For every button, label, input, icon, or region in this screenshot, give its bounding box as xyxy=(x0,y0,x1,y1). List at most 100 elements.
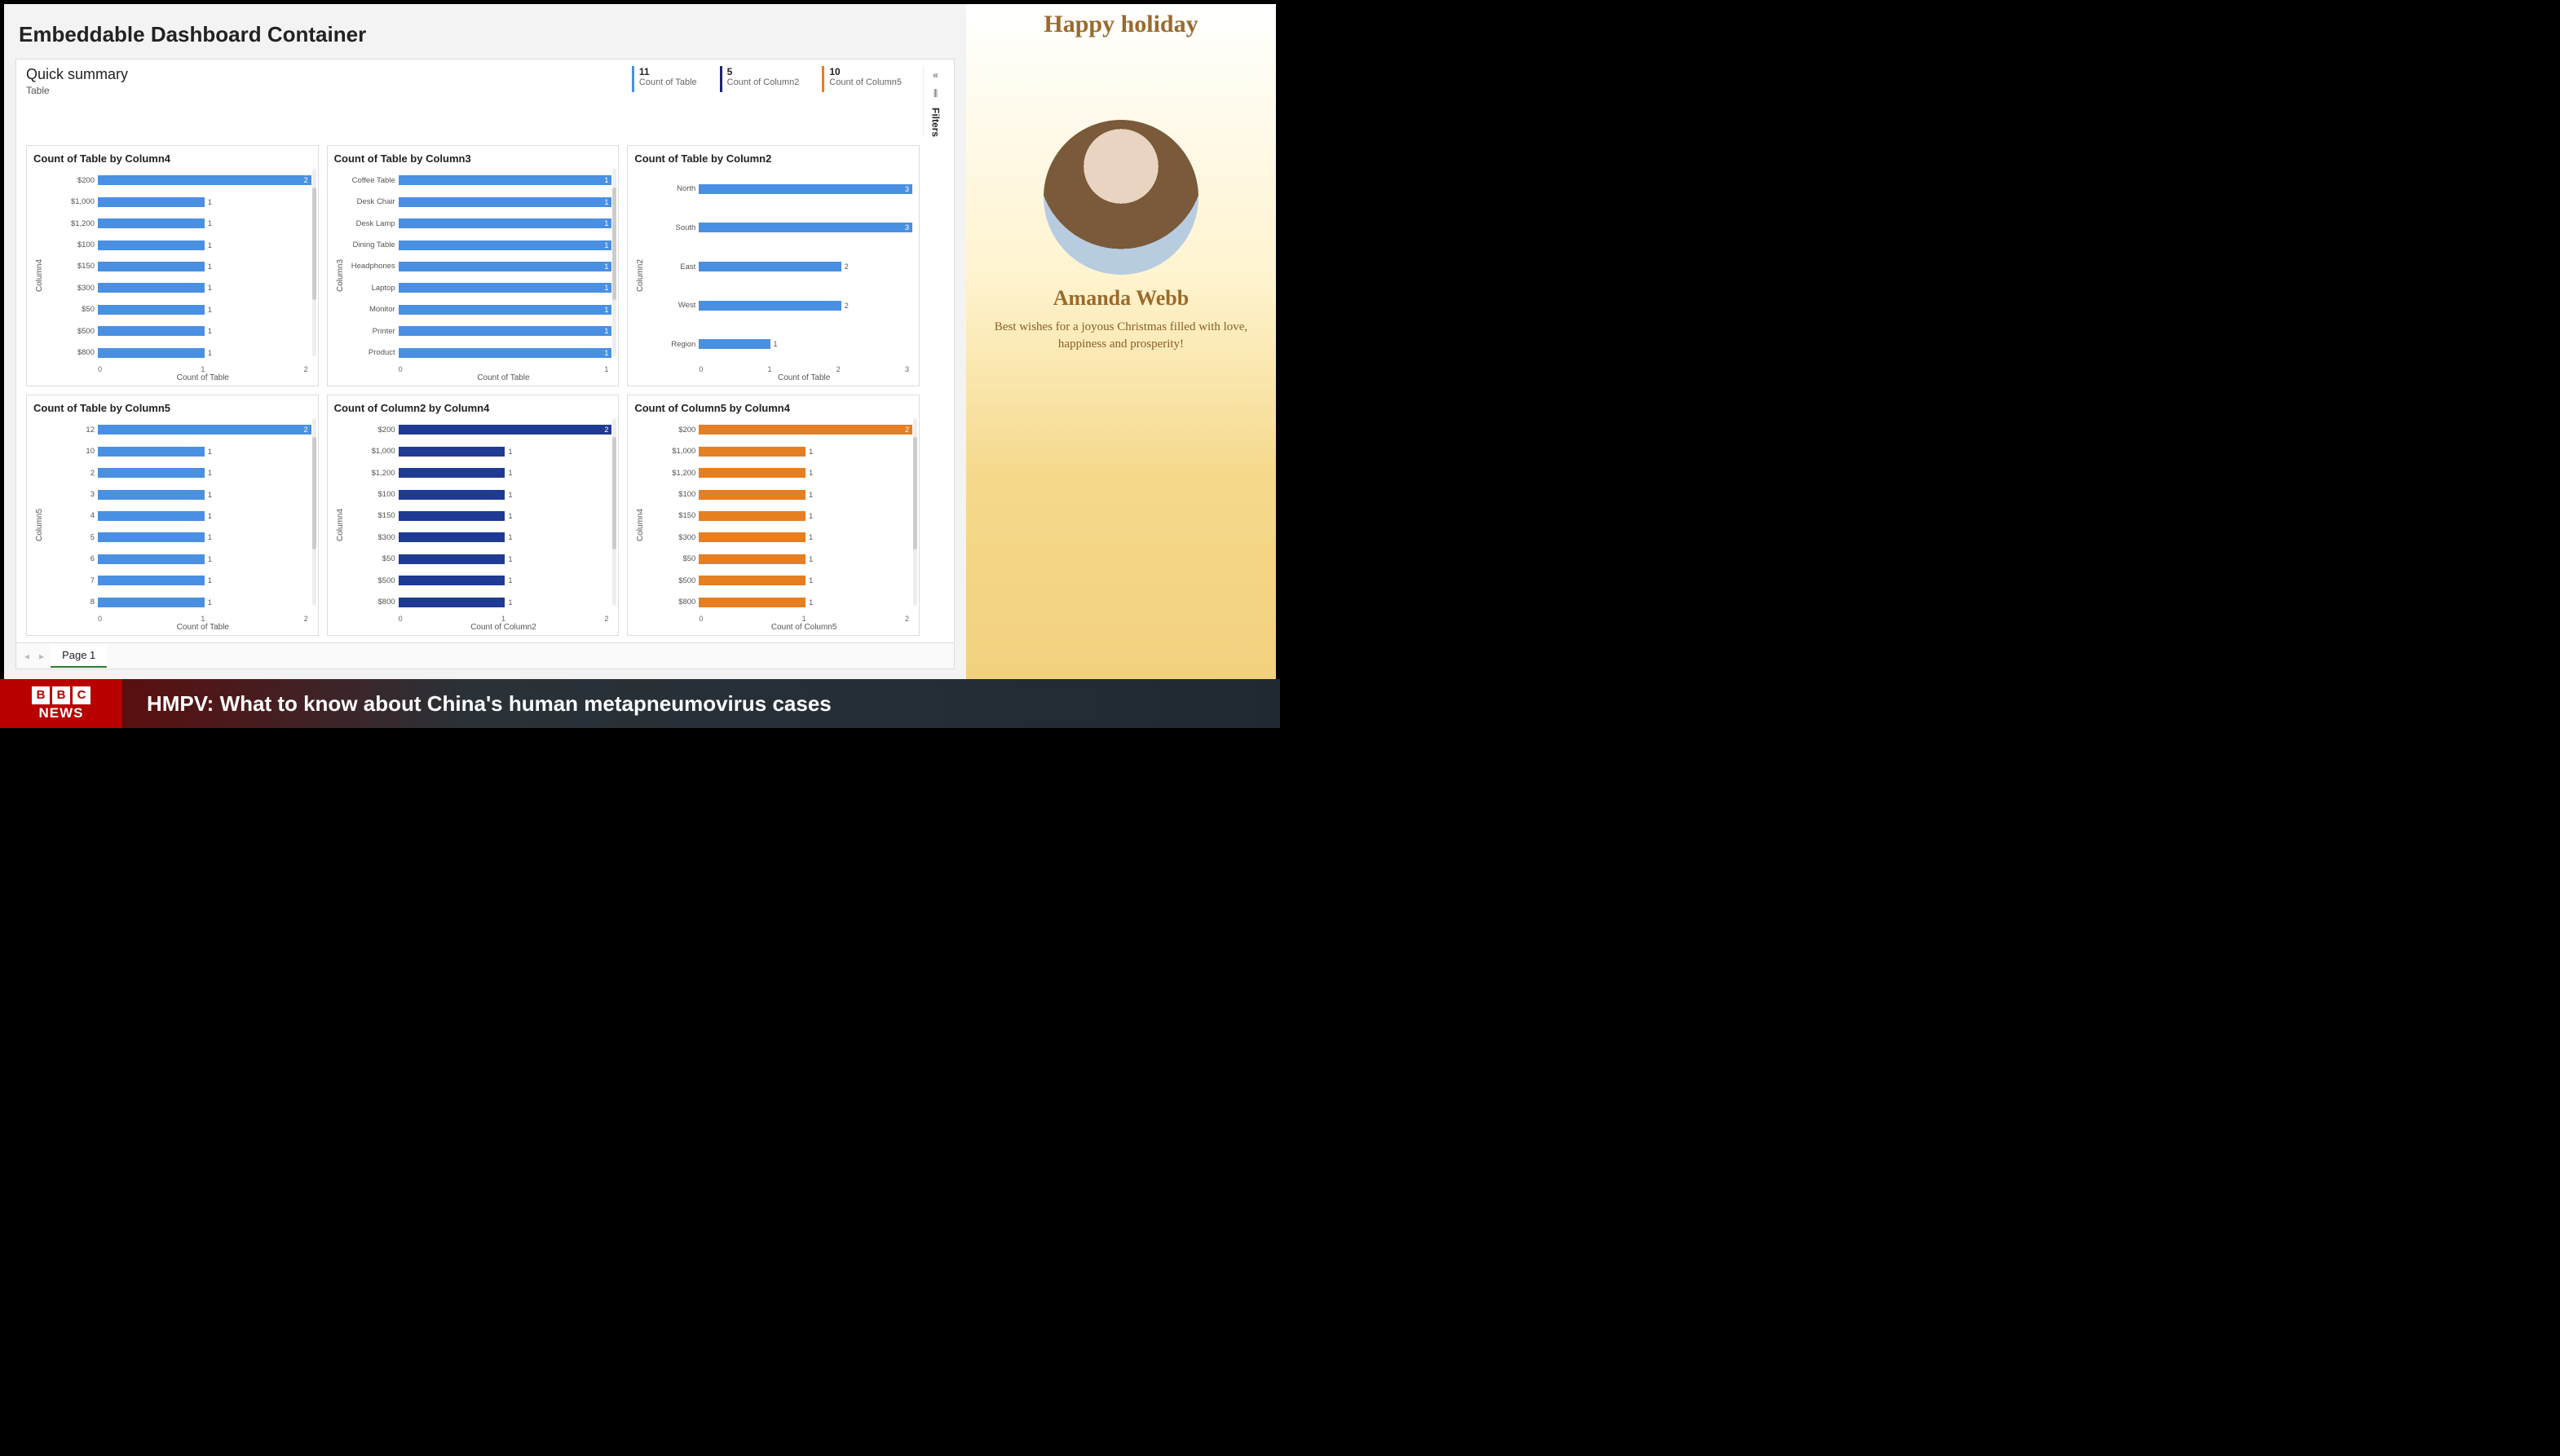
chart-scrollbar[interactable] xyxy=(913,418,917,606)
x-ticks: 01 xyxy=(345,365,612,373)
bar-category: $1,200 xyxy=(44,219,95,228)
bar-track: 1 xyxy=(399,305,612,315)
chart-card[interactable]: Count of Table by Column2 Column2 North … xyxy=(627,145,920,386)
chart-scrollbar[interactable] xyxy=(612,418,616,606)
bar-fill xyxy=(98,576,205,585)
chart-card[interactable]: Count of Table by Column4 Column4 $200 2… xyxy=(26,145,319,386)
bar-category: 2 xyxy=(44,469,95,478)
bar-row: $1,200 1 xyxy=(44,218,311,229)
bar-fill: 2 xyxy=(98,175,311,185)
bar-value: 1 xyxy=(208,219,212,227)
kpi-text: 11 Count of Table xyxy=(639,66,697,87)
chart-card[interactable]: Count of Column5 by Column4 Column4 $200… xyxy=(627,395,920,636)
x-tick: 0 xyxy=(399,615,403,623)
scrollbar-thumb[interactable] xyxy=(312,188,316,300)
kpi-card: 11 Count of Table xyxy=(632,66,697,92)
bar-track: 2 xyxy=(699,425,912,435)
chart-scrollbar[interactable] xyxy=(612,169,616,356)
bar-track: 2 xyxy=(98,175,311,185)
profile-message: Best wishes for a joyous Christmas fille… xyxy=(982,319,1260,353)
bar-category: $150 xyxy=(645,511,695,520)
bar-value: 1 xyxy=(508,533,512,541)
bar-fill xyxy=(699,468,806,478)
bar-track: 1 xyxy=(699,339,912,349)
bar-track: 1 xyxy=(98,218,311,228)
bar-category: West xyxy=(645,301,695,310)
x-tick: 2 xyxy=(836,365,841,373)
bar-row: $300 1 xyxy=(645,532,912,543)
bar-fill xyxy=(699,598,806,607)
filters-label[interactable]: Filters xyxy=(930,108,942,137)
bar-category: Laptop xyxy=(345,284,395,293)
bar-fill xyxy=(98,468,205,478)
chart-card[interactable]: Count of Table by Column5 Column5 12 2 1… xyxy=(26,395,319,636)
bar-value: 1 xyxy=(208,306,212,314)
bar-category: Headphones xyxy=(345,262,395,271)
bar-fill xyxy=(399,447,505,457)
dashboard-body: Quick summary Table 11 Count of Table 5 … xyxy=(15,59,955,669)
bar-track: 1 xyxy=(98,554,311,564)
bar-category: $800 xyxy=(44,348,95,357)
scrollbar-thumb[interactable] xyxy=(612,437,616,549)
bar-fill xyxy=(399,554,505,564)
plot-body: $200 2 $1,000 1 $1,200 1 $100 1 xyxy=(645,417,912,632)
scrollbar-thumb[interactable] xyxy=(913,437,917,549)
x-axis-label: Count of Column2 xyxy=(345,623,612,632)
bar-category: 10 xyxy=(44,447,95,456)
scrollbar-thumb[interactable] xyxy=(612,188,616,300)
bar-value: 1 xyxy=(809,576,813,585)
bar-category: $200 xyxy=(44,176,95,185)
bar-category: 7 xyxy=(44,576,95,585)
chart-scrollbar[interactable] xyxy=(312,169,316,356)
y-axis-label: Column4 xyxy=(634,417,645,632)
bar-fill xyxy=(399,468,505,478)
x-ticks: 012 xyxy=(645,615,912,623)
chart-scrollbar[interactable] xyxy=(312,418,316,606)
bar-row: $1,000 1 xyxy=(345,446,612,457)
bar-category: $500 xyxy=(645,576,695,585)
bar-category: $1,200 xyxy=(645,469,695,478)
bar-row: Printer 1 xyxy=(345,325,612,337)
prev-page-icon[interactable]: ◂ xyxy=(21,651,33,662)
bar-category: $500 xyxy=(44,327,95,336)
x-tick: 1 xyxy=(201,365,205,373)
bar-value: 1 xyxy=(208,327,212,335)
bar-category: Coffee Table xyxy=(345,176,395,185)
bar-fill xyxy=(98,447,205,457)
filters-rail[interactable]: « ⫼ Filters xyxy=(923,66,944,137)
chart-card[interactable]: Count of Column2 by Column4 Column4 $200… xyxy=(327,395,620,636)
news-word: NEWS xyxy=(39,705,84,721)
bars-area: $200 2 $1,000 1 $1,200 1 $100 1 xyxy=(345,417,612,615)
bar-value: 1 xyxy=(809,491,813,499)
bar-fill xyxy=(699,447,806,457)
bar-row: $100 1 xyxy=(645,489,912,501)
bbc-blocks: BBC xyxy=(32,686,90,704)
bar-category: Monitor xyxy=(345,305,395,314)
collapse-filters-icon[interactable]: « xyxy=(933,69,938,81)
bar-track: 1 xyxy=(98,262,311,271)
bar-row: $150 1 xyxy=(645,510,912,522)
bar-value: 1 xyxy=(208,241,212,249)
bar-category: South xyxy=(645,223,695,232)
news-banner: BBC NEWS HMPV: What to know about China'… xyxy=(0,679,1280,728)
page-tab-1[interactable]: Page 1 xyxy=(51,644,107,668)
bar-row: $500 1 xyxy=(44,325,311,337)
profile-name: Amanda Webb xyxy=(1053,286,1189,311)
scrollbar-thumb[interactable] xyxy=(312,437,316,549)
bar-track: 3 xyxy=(699,223,912,232)
x-tick: 2 xyxy=(905,615,909,623)
bar-fill xyxy=(98,283,205,293)
bar-track: 1 xyxy=(699,532,912,542)
y-axis-label: Column5 xyxy=(33,417,44,632)
plot-body: $200 2 $1,000 1 $1,200 1 $100 1 xyxy=(345,417,612,632)
bar-track: 1 xyxy=(699,511,912,521)
filters-icon[interactable]: ⫼ xyxy=(934,89,938,99)
next-page-icon[interactable]: ▸ xyxy=(36,651,47,662)
bar-row: 10 1 xyxy=(44,446,311,457)
avatar xyxy=(1044,120,1198,275)
bar-category: $100 xyxy=(345,490,395,499)
chart-card[interactable]: Count of Table by Column3 Column3 Coffee… xyxy=(327,145,620,386)
bar-value: 1 xyxy=(208,512,212,520)
bar-category: East xyxy=(645,263,695,271)
quick-summary-subtitle: Table xyxy=(26,85,616,96)
